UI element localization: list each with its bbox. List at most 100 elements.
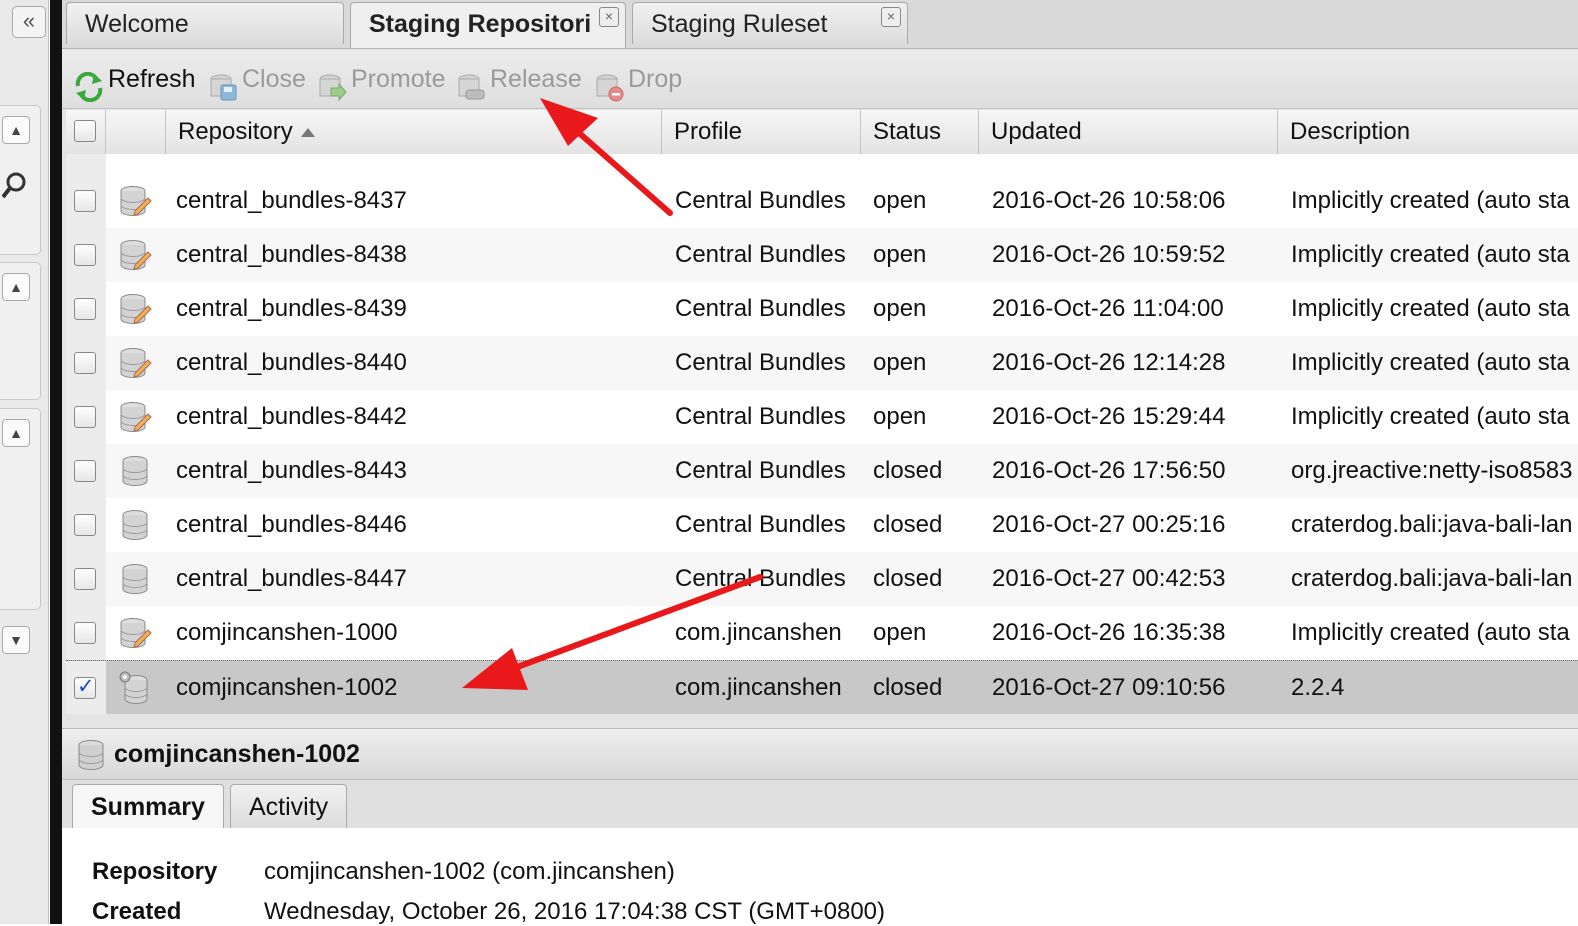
column-header-profile[interactable]: Profile [662, 110, 861, 154]
search-icon[interactable] [1, 170, 28, 202]
tab-staging-ruleset[interactable]: Staging Ruleset × [632, 2, 908, 44]
table-row[interactable]: comjincanshen-1002 com.jincanshen closed 20… [66, 660, 1578, 714]
release-icon [456, 65, 486, 100]
status-cell: open [873, 295, 927, 322]
staging-repositories-grid: Repository Profile Status Updated Descri… [66, 110, 1578, 714]
updated-cell: 2016-Oct-27 00:25:16 [992, 511, 1226, 538]
table-row-partial[interactable] [66, 154, 1578, 175]
table-row[interactable]: central_bundles-8442 Central Bundles open 2… [66, 390, 1578, 445]
column-header-status[interactable]: Status [861, 110, 979, 154]
profile-cell: Central Bundles [675, 511, 846, 538]
select-all-checkbox[interactable] [74, 120, 96, 142]
repository-cell: central_bundles-8447 [176, 565, 407, 592]
description-cell: 2.2.4 [1291, 674, 1345, 701]
table-row[interactable]: central_bundles-8437 Central Bundles open 2… [66, 174, 1578, 229]
row-checkbox[interactable] [74, 514, 96, 536]
sort-ascending-icon [300, 128, 315, 138]
release-button[interactable]: Release [456, 50, 582, 108]
status-cell: closed [873, 511, 943, 538]
drop-label: Drop [628, 65, 683, 93]
table-row[interactable]: central_bundles-8440 Central Bundles open 2… [66, 336, 1578, 391]
row-checkbox[interactable] [74, 244, 96, 266]
toolbar: Refresh Close Promote Release Drop [62, 50, 1578, 109]
column-header-description[interactable]: Description [1278, 110, 1578, 154]
refresh-icon [74, 65, 104, 103]
repository-field-value: comjincanshen-1002 (com.jincanshen) [264, 858, 675, 885]
close-label: Close [242, 65, 306, 93]
description-cell: craterdog.bali:java-bali-lan [1291, 511, 1573, 538]
status-cell: closed [873, 674, 943, 701]
drop-button[interactable]: Drop [594, 50, 682, 108]
edit-repo-icon [118, 616, 152, 650]
promote-label: Promote [351, 65, 446, 93]
section-down-button[interactable]: ▼ [2, 626, 30, 654]
table-row[interactable]: central_bundles-8439 Central Bundles open 2… [66, 282, 1578, 337]
repository-header-label: Repository [178, 118, 293, 145]
release-label: Release [490, 65, 582, 93]
icon-column-header [106, 110, 166, 154]
panel-divider[interactable] [50, 0, 62, 924]
profile-cell: com.jincanshen [675, 674, 842, 701]
row-checkbox-cell [66, 228, 106, 282]
row-checkbox[interactable] [74, 190, 96, 212]
refresh-button[interactable]: Refresh [74, 50, 196, 108]
repository-field-label: Repository [92, 858, 218, 885]
tab-label: Welcome [85, 10, 189, 38]
detail-tab-strip: Summary Activity [62, 780, 1578, 829]
status-cell: open [873, 187, 927, 214]
detail-header: comjincanshen-1002 [62, 728, 1578, 780]
row-checkbox[interactable] [74, 406, 96, 428]
profile-cell: Central Bundles [675, 295, 846, 322]
tab-welcome[interactable]: Welcome [66, 2, 344, 44]
row-checkbox[interactable] [74, 460, 96, 482]
description-cell: Implicitly created (auto sta [1291, 403, 1570, 430]
expand-panel-button[interactable]: « [12, 6, 46, 38]
table-row[interactable]: central_bundles-8447 Central Bundles close… [66, 552, 1578, 607]
table-row[interactable]: central_bundles-8443 Central Bundles close… [66, 444, 1578, 499]
promote-button[interactable]: Promote [317, 50, 445, 108]
status-cell: open [873, 241, 927, 268]
close-tab-icon[interactable]: × [599, 7, 619, 27]
repository-cell: comjincanshen-1002 [176, 674, 398, 701]
grid-header: Repository Profile Status Updated Descri… [66, 110, 1578, 155]
table-row[interactable]: comjincanshen-1000 com.jincanshen open 2016… [66, 606, 1578, 661]
close-button[interactable]: Close [208, 50, 306, 108]
row-checkbox[interactable] [74, 352, 96, 374]
row-checkbox-cell [66, 282, 106, 336]
tab-label: Staging Repositori [369, 10, 592, 38]
tab-summary[interactable]: Summary [72, 784, 224, 829]
tab-label: Summary [91, 793, 205, 821]
row-checkbox[interactable] [74, 622, 96, 644]
profile-cell: Central Bundles [675, 349, 846, 376]
column-header-updated[interactable]: Updated [979, 110, 1278, 154]
main-area: Welcome Staging Repositori × Staging Rul… [62, 0, 1578, 925]
description-cell: Implicitly created (auto sta [1291, 187, 1570, 214]
status-header-label: Status [873, 118, 942, 145]
table-row[interactable]: central_bundles-8438 Central Bundles open 2… [66, 228, 1578, 283]
description-cell: Implicitly created (auto sta [1291, 241, 1570, 268]
row-checkbox[interactable] [74, 298, 96, 320]
select-all-cell [66, 110, 106, 154]
updated-cell: 2016-Oct-26 11:04:00 [992, 295, 1224, 322]
left-collapsed-panel: « ▲ ▲ ▲ ▼ [0, 0, 49, 924]
close-tab-icon[interactable]: × [881, 7, 901, 27]
column-header-repository[interactable]: Repository [166, 110, 662, 154]
status-cell: open [873, 619, 927, 646]
row-checkbox[interactable] [74, 568, 96, 590]
section-up-button[interactable]: ▲ [2, 273, 30, 301]
table-row[interactable]: central_bundles-8446 Central Bundles close… [66, 498, 1578, 553]
created-field-value: Wednesday, October 26, 2016 17:04:38 CST… [264, 898, 886, 925]
section-up-button[interactable]: ▲ [2, 419, 30, 447]
row-checkbox[interactable] [74, 674, 96, 699]
repository-cell: central_bundles-8438 [176, 241, 407, 268]
description-cell: craterdog.bali:java-bali-lan [1291, 565, 1573, 592]
section-up-button[interactable]: ▲ [2, 116, 30, 144]
updated-cell: 2016-Oct-26 10:59:52 [992, 241, 1226, 268]
tab-staging-repositories[interactable]: Staging Repositori × [350, 2, 626, 48]
edit-repo-icon [118, 400, 152, 434]
tab-strip: Welcome Staging Repositori × Staging Rul… [62, 0, 1578, 49]
row-checkbox-cell [66, 154, 106, 174]
repository-cell: central_bundles-8443 [176, 457, 407, 484]
row-checkbox-cell [66, 606, 106, 660]
tab-activity[interactable]: Activity [230, 784, 348, 829]
